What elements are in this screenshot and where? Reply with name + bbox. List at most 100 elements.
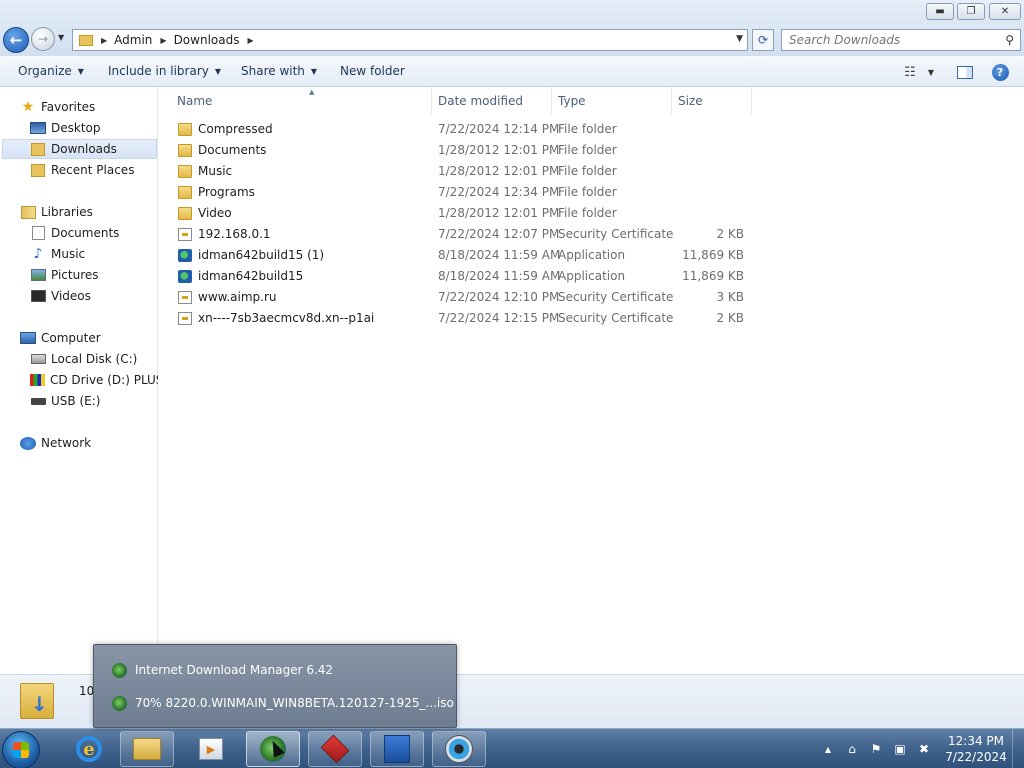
file-date: 7/22/2024 12:34 PM <box>438 185 560 199</box>
videos-icon <box>30 289 46 303</box>
folder-icon <box>178 123 192 136</box>
nav-local-disk[interactable]: Local Disk (C:) <box>30 349 137 369</box>
search-box[interactable]: ⚲ <box>781 29 1021 51</box>
nav-downloads[interactable]: Downloads <box>2 139 157 159</box>
file-list: Name ▲ Date modified Type Size Compressed… <box>159 87 1024 674</box>
show-hidden-icons-button[interactable]: ▲ <box>820 741 836 757</box>
action-center-flag-icon[interactable]: ⚑ <box>868 741 884 757</box>
music-note-icon: ♪ <box>33 246 43 262</box>
nav-recent-places[interactable]: Recent Places <box>30 160 134 180</box>
file-name[interactable]: idman642build15 (1) <box>198 248 324 262</box>
nav-network[interactable]: Network <box>20 433 91 453</box>
back-button[interactable]: ← <box>3 27 29 53</box>
file-name[interactable]: 192.168.0.1 <box>198 227 271 241</box>
file-name[interactable]: Programs <box>198 185 255 199</box>
search-input[interactable] <box>789 33 999 47</box>
breadcrumb-admin[interactable]: ▶ Admin <box>93 33 152 47</box>
nav-favorites[interactable]: ★ Favorites <box>20 97 96 117</box>
popup-item-idm[interactable]: Internet Download Manager 6.42 <box>112 660 333 680</box>
taskbar-windows-explorer[interactable] <box>120 731 174 767</box>
nav-libraries[interactable]: Libraries <box>20 202 93 222</box>
home-network-icon[interactable]: ⌂ <box>844 741 860 757</box>
view-options-dropdown[interactable]: ▼ <box>924 62 938 82</box>
file-name[interactable]: xn----7sb3aecmcv8d.xn--p1ai <box>198 311 374 325</box>
file-type: File folder <box>558 206 617 220</box>
file-row[interactable]: Programs 7/22/2024 12:34 PM File folder <box>177 182 757 203</box>
clock-time: 12:34 PM <box>948 734 1004 748</box>
network-icon <box>20 436 36 450</box>
file-date: 7/22/2024 12:10 PM <box>438 290 560 304</box>
file-row[interactable]: idman642build15 8/18/2024 11:59 AM Applica… <box>177 266 757 287</box>
folder-icon <box>178 144 192 157</box>
organize-button[interactable]: Organize ▼ <box>18 64 84 78</box>
nav-usb[interactable]: USB (E:) <box>30 391 100 411</box>
start-button[interactable] <box>2 731 40 768</box>
change-view-icon[interactable]: ☷ <box>900 62 920 82</box>
file-row[interactable]: xn----7sb3aecmcv8d.xn--p1ai 7/22/2024 12:… <box>177 308 757 329</box>
chevron-down-icon: ▼ <box>77 66 84 76</box>
taskbar-globe-app[interactable] <box>432 731 486 767</box>
file-row[interactable]: Documents 1/28/2012 12:01 PM File folder <box>177 140 757 161</box>
help-icon[interactable]: ? <box>991 62 1009 82</box>
column-header-name[interactable]: Name ▲ <box>171 87 432 115</box>
refresh-button[interactable]: ⟳ <box>752 29 774 51</box>
taskbar-media-player[interactable]: ▶ <box>184 731 238 767</box>
address-bar[interactable]: ▶ Admin ▶ Downloads ▶ ▼ <box>72 29 748 51</box>
folder-icon <box>133 738 161 760</box>
recent-pages-dropdown[interactable]: ▼ <box>58 33 64 42</box>
taskbar-internet-explorer[interactable]: e <box>62 731 116 767</box>
cd-drive-icon <box>30 373 45 387</box>
file-name[interactable]: Video <box>198 206 232 220</box>
column-header-date-modified[interactable]: Date modified <box>432 87 552 115</box>
file-row[interactable]: 192.168.0.1 7/22/2024 12:07 PM Security Ce… <box>177 224 757 245</box>
maximize-button[interactable]: ❐ <box>957 3 985 20</box>
application-icon <box>178 249 192 262</box>
forward-button[interactable]: → <box>31 27 55 51</box>
column-header-size[interactable]: Size <box>672 87 752 115</box>
nav-music[interactable]: ♪ Music <box>30 244 86 264</box>
preview-pane-icon[interactable] <box>956 62 974 82</box>
nav-desktop[interactable]: Desktop <box>30 118 101 138</box>
taskbar-blue-app[interactable] <box>370 731 424 767</box>
nav-computer[interactable]: Computer <box>20 328 101 348</box>
nav-videos[interactable]: Videos <box>30 286 91 306</box>
taskbar-red-app[interactable] <box>308 731 362 767</box>
file-row[interactable]: www.aimp.ru 7/22/2024 12:10 PM Security Ce… <box>177 287 757 308</box>
minimize-button[interactable]: ▬ <box>926 3 954 20</box>
file-date: 1/28/2012 12:01 PM <box>438 164 560 178</box>
libraries-icon <box>20 205 36 219</box>
share-with-button[interactable]: Share with ▼ <box>241 64 317 78</box>
new-folder-button[interactable]: New folder <box>340 64 405 78</box>
address-history-dropdown[interactable]: ▼ <box>736 34 743 44</box>
file-size: 3 KB <box>716 290 744 304</box>
close-button[interactable]: ✕ <box>989 3 1021 20</box>
network-status-icon[interactable]: ▣ <box>892 741 908 757</box>
show-desktop-button[interactable] <box>1012 729 1024 768</box>
column-header-type[interactable]: Type <box>552 87 672 115</box>
blue-app-icon <box>384 735 410 763</box>
nav-documents[interactable]: Documents <box>30 223 119 243</box>
volume-muted-icon[interactable]: ✖ <box>916 741 932 757</box>
file-name[interactable]: www.aimp.ru <box>198 290 277 304</box>
title-bar: ▬ ❐ ✕ <box>0 0 1024 24</box>
file-name[interactable]: idman642build15 <box>198 269 303 283</box>
file-row[interactable]: idman642build15 (1) 8/18/2024 11:59 AM App… <box>177 245 757 266</box>
breadcrumb-subfolder-chevron[interactable]: ▶ <box>239 36 260 45</box>
file-name[interactable]: Music <box>198 164 232 178</box>
include-in-library-button[interactable]: Include in library ▼ <box>108 64 221 78</box>
chevron-down-icon: ▼ <box>310 66 318 76</box>
search-icon[interactable]: ⚲ <box>1005 33 1014 47</box>
nav-pictures[interactable]: Pictures <box>30 265 99 285</box>
clock[interactable]: 12:34 PM 7/22/2024 <box>942 733 1010 765</box>
nav-cd-drive[interactable]: CD Drive (D:) PLUS9 <box>30 370 158 390</box>
file-size: 2 KB <box>716 311 744 325</box>
file-name[interactable]: Compressed <box>198 122 273 136</box>
breadcrumb-downloads[interactable]: ▶ Downloads <box>152 33 239 47</box>
popup-item-download-progress[interactable]: 70% 8220.0.WINMAIN_WIN8BETA.120127-1925_… <box>112 693 454 713</box>
file-row[interactable]: Compressed 7/22/2024 12:14 PM File folder <box>177 119 757 140</box>
file-name[interactable]: Documents <box>198 143 266 157</box>
file-date: 8/18/2024 11:59 AM <box>438 269 561 283</box>
file-row[interactable]: Music 1/28/2012 12:01 PM File folder <box>177 161 757 182</box>
chevron-right-icon[interactable]: ▶ <box>247 36 253 45</box>
file-row[interactable]: Video 1/28/2012 12:01 PM File folder <box>177 203 757 224</box>
